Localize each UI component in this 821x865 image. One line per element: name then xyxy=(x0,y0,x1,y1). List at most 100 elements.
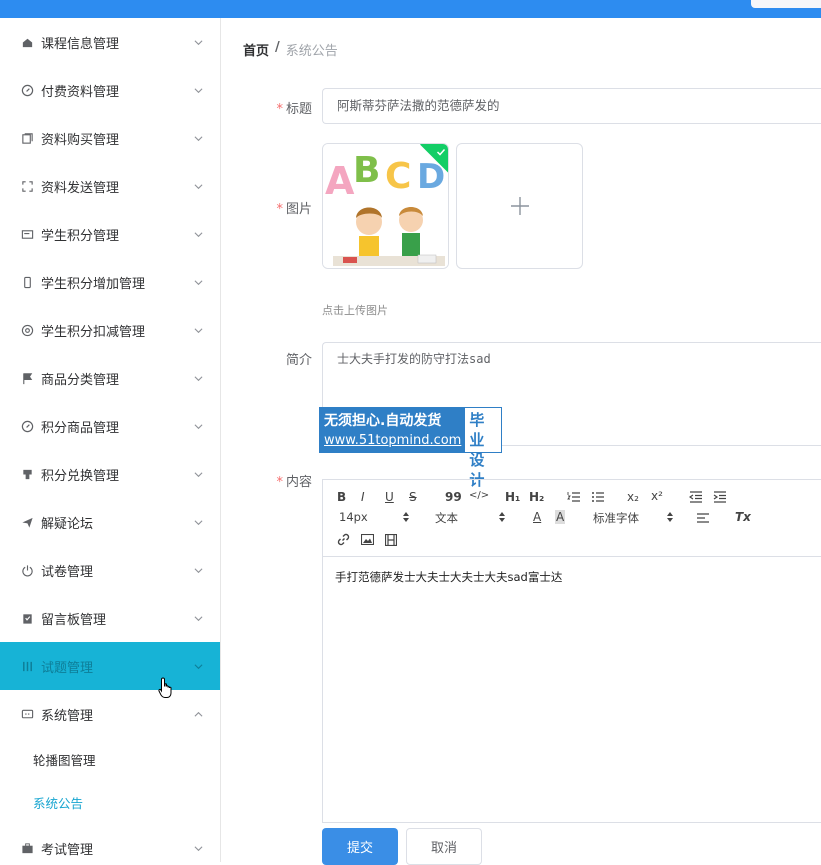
sidebar-item-points-deduct[interactable]: 学生积分扣减管理 xyxy=(0,306,220,354)
clipboard-icon xyxy=(20,611,34,625)
upload-add-button[interactable] xyxy=(456,143,583,269)
code-block-button[interactable]: </> xyxy=(469,490,489,501)
chevron-up-icon xyxy=(194,708,203,717)
background-color-button[interactable]: A xyxy=(555,510,566,524)
grid-icon xyxy=(20,659,34,673)
sidebar-item-exam[interactable]: 考试管理 xyxy=(0,824,220,862)
sidebar: 课程信息管理 付费资料管理 资料购买管理 资料发送管理 学生积分管理 学生积分增… xyxy=(0,18,221,862)
text-color-button[interactable]: A xyxy=(533,510,541,524)
font-family-select[interactable]: 标准字体 xyxy=(593,510,639,526)
sidebar-item-question[interactable]: 试题管理 xyxy=(0,642,220,690)
sidebar-item-label: 付费资料管理 xyxy=(41,84,120,100)
sidebar-item-material-delivery[interactable]: 资料发送管理 xyxy=(0,162,220,210)
sidebar-item-course-info[interactable]: 课程信息管理 xyxy=(0,18,220,66)
indent-icon[interactable] xyxy=(713,491,727,506)
uploaded-image-thumbnail[interactable]: A B C D xyxy=(322,143,449,269)
sidebar-subitem-announcement[interactable]: 系统公告 xyxy=(0,781,220,824)
watermark-banner: 无须担心.自动发货 www.51topmind.com 毕业 设计 xyxy=(319,407,502,489)
chevron-down-icon xyxy=(194,842,203,852)
link-icon[interactable] xyxy=(337,533,350,549)
briefcase-icon xyxy=(20,841,34,855)
sidebar-item-points-products[interactable]: 积分商品管理 xyxy=(0,402,220,450)
user-menu-chip[interactable] xyxy=(751,0,821,8)
breadcrumb-current: 系统公告 xyxy=(285,44,338,59)
align-icon[interactable] xyxy=(697,512,709,526)
upload-tip: 点击上传图片 xyxy=(322,304,388,317)
sidebar-item-student-points[interactable]: 学生积分管理 xyxy=(0,210,220,258)
bold-button[interactable]: B xyxy=(337,490,346,504)
sidebar-item-product-category[interactable]: 商品分类管理 xyxy=(0,354,220,402)
chevron-down-icon xyxy=(194,84,203,94)
rich-text-editor: B I U S 99 </> H₁ H₂ x₂ x² 14px 文本 A A 标… xyxy=(322,479,821,823)
send-icon xyxy=(20,515,34,529)
sidebar-item-points-exchange[interactable]: 积分兑换管理 xyxy=(0,450,220,498)
sidebar-item-label: 解疑论坛 xyxy=(41,516,94,532)
content-label: * 内容 xyxy=(276,475,312,490)
sidebar-item-label: 学生积分增加管理 xyxy=(41,276,146,292)
sidebar-item-label: 考试管理 xyxy=(41,842,94,858)
sidebar-item-points-increase[interactable]: 学生积分增加管理 xyxy=(0,258,220,306)
top-header-bar xyxy=(0,0,821,18)
sidebar-item-label: 学生积分扣减管理 xyxy=(41,324,146,340)
sidebar-item-system[interactable]: 系统管理 xyxy=(0,690,220,738)
chevron-down-icon xyxy=(194,36,203,46)
chevron-down-icon xyxy=(194,468,203,478)
svg-text:B: B xyxy=(353,150,380,191)
chevron-down-icon xyxy=(194,612,203,622)
title-input[interactable]: 阿斯蒂芬萨法撒的范德萨发的 xyxy=(322,88,821,124)
ordered-list-icon[interactable] xyxy=(567,491,581,506)
toilet-icon xyxy=(20,467,34,481)
sidebar-item-label: 系统管理 xyxy=(41,708,94,724)
chat-icon xyxy=(20,707,34,721)
subscript-button[interactable]: x₂ xyxy=(627,490,639,504)
chevron-down-icon xyxy=(194,324,203,334)
chevron-down-icon xyxy=(194,516,203,526)
sidebar-item-forum[interactable]: 解疑论坛 xyxy=(0,498,220,546)
font-size-select[interactable]: 14px xyxy=(339,510,368,524)
sidebar-subitem-carousel[interactable]: 轮播图管理 xyxy=(0,738,220,781)
image-label: * 图片 xyxy=(276,202,312,217)
chevron-down-icon xyxy=(194,180,203,190)
watermark-url: www.51topmind.com xyxy=(324,433,462,448)
sidebar-item-label: 学生积分管理 xyxy=(41,228,120,244)
title-label: * 标题 xyxy=(276,102,312,117)
superscript-button[interactable]: x² xyxy=(651,489,663,503)
svg-text:A: A xyxy=(325,159,355,203)
chevron-down-icon xyxy=(194,276,203,286)
image-icon[interactable] xyxy=(360,533,375,548)
power-icon xyxy=(20,563,34,577)
mouse-pointer-icon xyxy=(158,677,174,699)
chevron-down-icon xyxy=(194,660,203,670)
sidebar-item-material-purchase[interactable]: 资料购买管理 xyxy=(0,114,220,162)
clear-format-button[interactable]: Tx xyxy=(735,510,751,524)
intro-label: 简介 xyxy=(285,353,312,368)
italic-button[interactable]: I xyxy=(361,490,365,504)
editor-content[interactable]: 手打范德萨发士大夫士大夫士大夫sad富士达 xyxy=(323,557,821,597)
sidebar-item-message-board[interactable]: 留言板管理 xyxy=(0,594,220,642)
strike-button[interactable]: S xyxy=(409,490,417,504)
video-icon[interactable] xyxy=(384,533,398,549)
submit-button[interactable]: 提交 xyxy=(322,828,398,865)
chevron-down-icon xyxy=(194,564,203,574)
blockquote-button[interactable]: 99 xyxy=(445,490,462,504)
watermark-right-line1: 毕业 xyxy=(469,411,485,449)
breadcrumb-separator: / xyxy=(275,40,280,55)
cancel-button[interactable]: 取消 xyxy=(406,828,482,865)
breadcrumb-home[interactable]: 首页 xyxy=(243,40,269,59)
sidebar-item-label: 试题管理 xyxy=(41,660,94,676)
sidebar-item-label: 资料发送管理 xyxy=(41,180,120,196)
format-select-arrows-icon xyxy=(499,511,505,525)
underline-button[interactable]: U xyxy=(385,490,394,504)
chevron-down-icon xyxy=(194,372,203,382)
aperture-icon xyxy=(20,323,34,337)
sidebar-item-exam-paper[interactable]: 试卷管理 xyxy=(0,546,220,594)
h1-button[interactable]: H₁ xyxy=(505,490,520,504)
fullscreen-icon xyxy=(20,179,34,193)
chevron-down-icon xyxy=(194,420,203,430)
h2-button[interactable]: H₂ xyxy=(529,490,544,504)
outdent-icon[interactable] xyxy=(688,491,703,506)
sidebar-item-label: 商品分类管理 xyxy=(41,372,120,388)
bullet-list-icon[interactable] xyxy=(591,491,605,506)
format-select[interactable]: 文本 xyxy=(435,510,458,526)
sidebar-item-paid-materials[interactable]: 付费资料管理 xyxy=(0,66,220,114)
